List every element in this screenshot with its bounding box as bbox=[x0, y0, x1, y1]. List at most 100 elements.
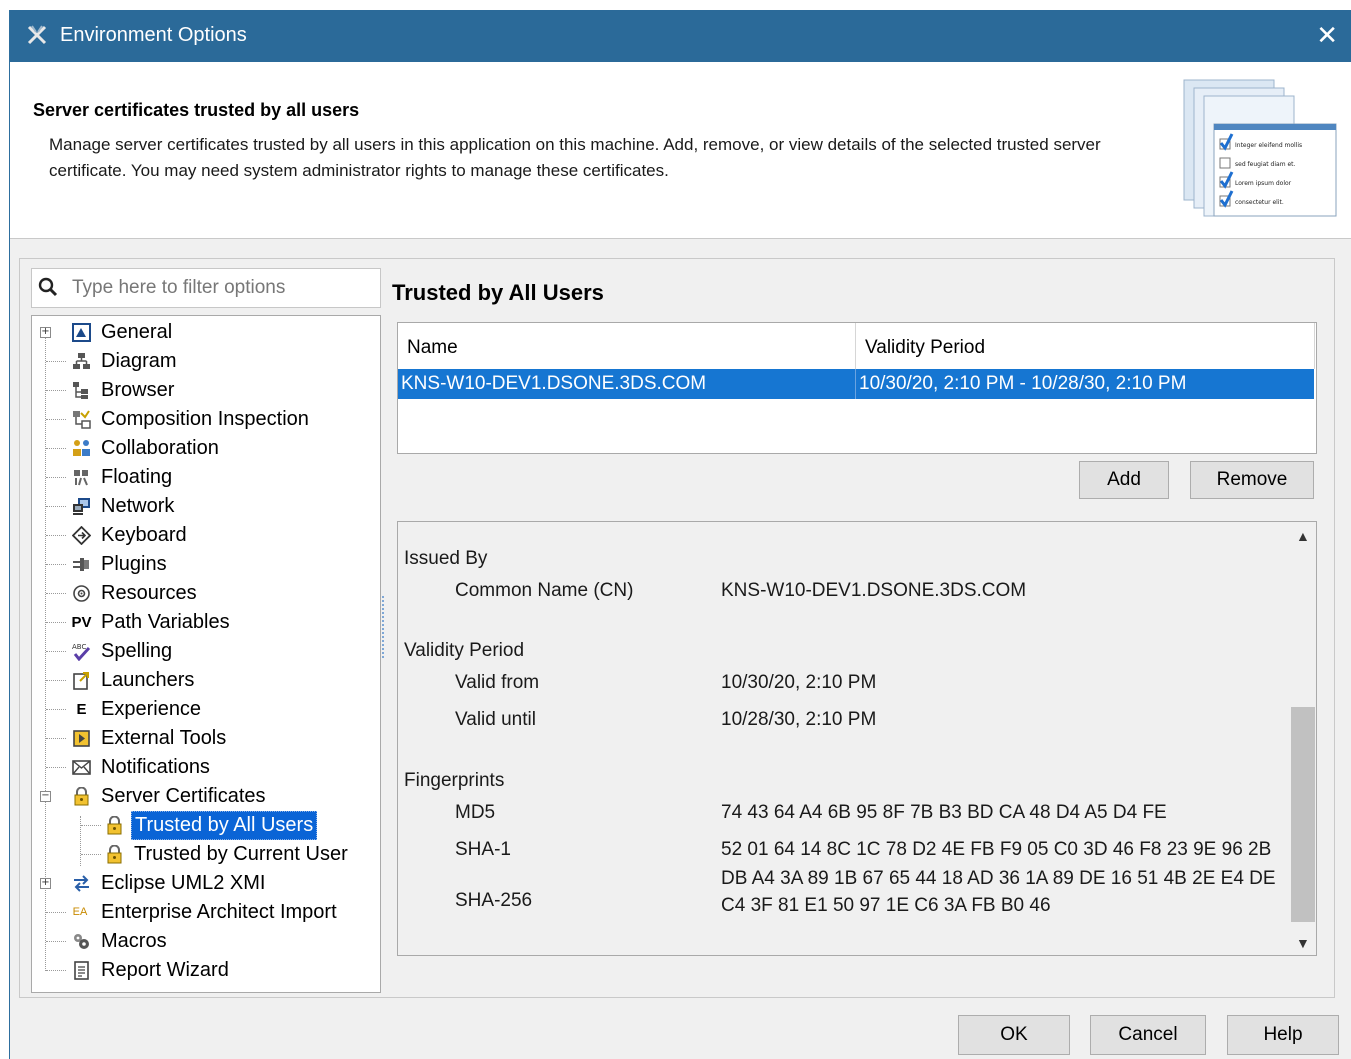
collapse-icon[interactable]: − bbox=[40, 791, 51, 802]
pane-splitter[interactable] bbox=[382, 596, 387, 658]
tree-item-trusted-by-current-user[interactable]: Trusted by Current User bbox=[32, 840, 372, 869]
md5-value: 74 43 64 A4 6B 95 8F 7B B3 BD CA 48 D4 A… bbox=[721, 802, 1167, 823]
scroll-up-icon[interactable]: ▲ bbox=[1296, 528, 1310, 544]
composition-icon bbox=[73, 410, 91, 429]
tree-item-report-wizard[interactable]: Report Wizard bbox=[32, 956, 372, 985]
tree-item-server-certificates[interactable]: − Server Certificates bbox=[32, 782, 372, 811]
scroll-down-icon[interactable]: ▼ bbox=[1296, 935, 1310, 951]
tree-item-label: Server Certificates bbox=[101, 785, 266, 807]
tree-item-browser[interactable]: Browser bbox=[32, 376, 372, 405]
tree-item-keyboard[interactable]: Keyboard bbox=[32, 521, 372, 550]
cancel-button[interactable]: Cancel bbox=[1090, 1015, 1206, 1055]
add-button[interactable]: Add bbox=[1079, 461, 1169, 499]
cert-validity-cell: 10/30/20, 2:10 PM - 10/28/30, 2:10 PM bbox=[859, 373, 1187, 394]
cn-value: KNS-W10-DEV1.DSONE.3DS.COM bbox=[721, 580, 1027, 601]
tree-item-label: Keyboard bbox=[101, 524, 187, 546]
floating-icon bbox=[74, 470, 88, 486]
help-button[interactable]: Help bbox=[1227, 1015, 1339, 1055]
network-icon bbox=[73, 498, 90, 515]
filter-options-input[interactable]: Type here to filter options bbox=[31, 268, 381, 308]
tree-item-enterprise-architect-import[interactable]: EA Enterprise Architect Import bbox=[32, 898, 372, 927]
notifications-icon bbox=[72, 760, 91, 775]
remove-button[interactable]: Remove bbox=[1190, 461, 1314, 499]
keyboard-icon bbox=[72, 526, 91, 545]
issued-by-heading: Issued By bbox=[404, 548, 488, 569]
tree-item-composition-inspection[interactable]: Composition Inspection bbox=[32, 405, 372, 434]
illustration-item-2: sed feugiat diam et. bbox=[1235, 161, 1296, 168]
tree-item-notifications[interactable]: Notifications bbox=[32, 753, 372, 782]
tree-item-label: Trusted by All Users bbox=[131, 811, 318, 840]
tree-item-label: Eclipse UML2 XMI bbox=[101, 872, 266, 894]
illustration-item-3: Lorem ipsum dolor bbox=[1235, 180, 1292, 187]
column-header-validity[interactable]: Validity Period bbox=[865, 323, 985, 367]
tree-item-label: Network bbox=[101, 495, 175, 517]
svg-text:ABC: ABC bbox=[72, 643, 86, 651]
tree-item-label: Resources bbox=[101, 582, 197, 604]
tree-item-label: Macros bbox=[101, 930, 167, 952]
tree-item-resources[interactable]: Resources bbox=[32, 579, 372, 608]
resources-icon bbox=[73, 585, 90, 602]
tree-item-diagram[interactable]: Diagram bbox=[32, 347, 372, 376]
tree-item-external-tools[interactable]: External Tools bbox=[32, 724, 372, 753]
tree-item-collaboration[interactable]: Collaboration bbox=[32, 434, 372, 463]
tree-item-label: Spelling bbox=[101, 640, 173, 662]
title-bar: Environment Options ✕ bbox=[10, 10, 1351, 62]
launchers-icon bbox=[73, 672, 89, 690]
tree-item-label: Diagram bbox=[101, 350, 177, 372]
lock-icon bbox=[107, 845, 122, 864]
certificates-table[interactable]: Name Validity Period KNS-W10-DEV1.DSONE.… bbox=[397, 322, 1317, 454]
tree-item-network[interactable]: Network bbox=[32, 492, 372, 521]
tree-item-macros[interactable]: Macros bbox=[32, 927, 372, 956]
valid-from-value: 10/30/20, 2:10 PM bbox=[721, 672, 877, 693]
browser-icon bbox=[73, 382, 88, 399]
tree-item-eclipse-uml2-xmi[interactable]: + Eclipse UML2 XMI bbox=[32, 869, 372, 898]
md5-label: MD5 bbox=[455, 802, 496, 823]
expand-icon[interactable]: + bbox=[40, 878, 51, 889]
tree-item-spelling[interactable]: ABC Spelling bbox=[32, 637, 372, 666]
certificate-details-panel: Issued By Common Name (CN) KNS-W10-DEV1.… bbox=[397, 521, 1317, 956]
ok-button[interactable]: OK bbox=[958, 1015, 1070, 1055]
cert-name-cell: KNS-W10-DEV1.DSONE.3DS.COM bbox=[401, 373, 707, 394]
tree-item-label: Enterprise Architect Import bbox=[101, 901, 337, 923]
scrollbar-thumb[interactable] bbox=[1291, 707, 1315, 922]
tree-item-label: Browser bbox=[101, 379, 175, 401]
spelling-icon: ABC bbox=[72, 643, 91, 661]
tree-item-plugins[interactable]: Plugins bbox=[32, 550, 372, 579]
checklist-illustration-icon: Integer eleifend mollis sed feugiat diam… bbox=[1183, 79, 1337, 217]
table-row[interactable]: KNS-W10-DEV1.DSONE.3DS.COM 10/30/20, 2:1… bbox=[398, 369, 1314, 399]
section-title: Trusted by All Users bbox=[392, 280, 604, 305]
ea-icon: EA bbox=[72, 906, 88, 918]
tree-item-launchers[interactable]: Launchers bbox=[32, 666, 372, 695]
tree-item-floating[interactable]: Floating bbox=[32, 463, 372, 492]
sha1-label: SHA-1 bbox=[455, 839, 511, 860]
tree-item-path-variables[interactable]: PV Path Variables bbox=[32, 608, 372, 637]
tree-item-trusted-by-all-users[interactable]: Trusted by All Users bbox=[32, 811, 372, 840]
tree-item-label: Path Variables bbox=[101, 611, 230, 633]
valid-until-label: Valid until bbox=[455, 709, 536, 730]
external-tools-icon bbox=[73, 730, 90, 747]
tree-item-general[interactable]: + General bbox=[32, 318, 372, 347]
environment-options-dialog: Environment Options ✕ Server certificate… bbox=[9, 10, 1351, 1059]
header-panel: Server certificates trusted by all users… bbox=[10, 62, 1351, 239]
sha256-value-line2: C4 3F 81 E1 50 97 1E C6 3A FB B0 46 bbox=[721, 895, 1051, 916]
options-tree[interactable]: + General Diagram Browser Composition In… bbox=[31, 315, 381, 993]
lock-icon bbox=[74, 787, 89, 806]
illustration-item-4: consectetur elit. bbox=[1235, 199, 1284, 206]
illustration-item-1: Integer eleifend mollis bbox=[1235, 142, 1302, 149]
tree-item-label: Trusted by Current User bbox=[134, 843, 348, 865]
tree-item-label: Report Wizard bbox=[101, 959, 229, 981]
header-description: Manage server certificates trusted by al… bbox=[49, 135, 1101, 180]
general-icon bbox=[72, 323, 91, 342]
eclipse-icon bbox=[74, 875, 89, 892]
column-header-name[interactable]: Name bbox=[407, 323, 458, 367]
experience-icon: E bbox=[76, 701, 87, 718]
sha1-value: 52 01 64 14 8C 1C 78 D2 4E FB F9 05 C0 3… bbox=[721, 839, 1272, 860]
details-scrollbar[interactable]: ▲ ▼ bbox=[1290, 522, 1316, 955]
report-wizard-icon bbox=[74, 961, 89, 980]
tree-item-experience[interactable]: E Experience bbox=[32, 695, 372, 724]
validity-period-heading: Validity Period bbox=[404, 640, 525, 661]
close-icon[interactable]: ✕ bbox=[1316, 20, 1338, 50]
plugins-icon bbox=[73, 558, 89, 571]
expand-icon[interactable]: + bbox=[40, 327, 51, 338]
tree-item-label: Floating bbox=[101, 466, 173, 488]
